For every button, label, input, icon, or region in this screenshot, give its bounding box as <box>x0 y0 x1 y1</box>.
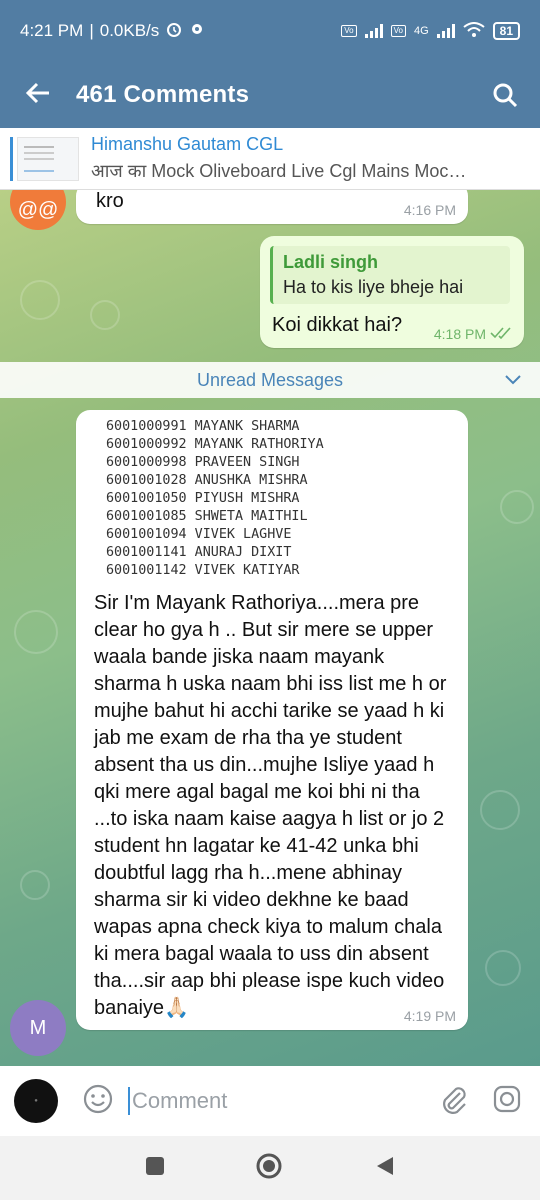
chat-area[interactable]: @@ kro 4:16 PM Ladli singh Ha to kis liy… <box>0 190 540 1066</box>
pinned-accent-bar <box>10 136 13 181</box>
avatar[interactable]: @@ <box>10 190 66 230</box>
list-item: 6001001085 SHWETA MAITHIL <box>106 509 308 524</box>
list-item: 6001000991 MAYANK SHARMA <box>106 419 300 434</box>
avatar[interactable]: M <box>10 1000 66 1056</box>
signal-icon <box>364 24 383 38</box>
user-avatar[interactable]: ● <box>14 1079 58 1123</box>
list-item: 6001000992 MAYANK RATHORIYA <box>106 437 324 452</box>
signal-icon-2 <box>436 24 455 38</box>
settings-gear-icon <box>189 21 205 42</box>
reply-author: Ladli singh <box>283 252 379 272</box>
pinned-author: Himanshu Gautam CGL <box>91 134 284 154</box>
read-checkmarks-icon <box>490 326 512 342</box>
wifi-icon <box>463 21 485 41</box>
list-item: 6001001028 ANUSHKA MISHRA <box>106 473 308 488</box>
back-triangle-icon[interactable] <box>373 1155 395 1182</box>
message-time: 4:18 PM <box>433 326 486 342</box>
home-circle-icon[interactable] <box>255 1152 283 1185</box>
list-item: 6001001094 VIVEK LAGHVE <box>106 527 292 542</box>
alarm-icon <box>165 20 183 43</box>
system-nav-bar <box>0 1136 540 1200</box>
reply-quote[interactable]: Ladli singh Ha to kis liye bheje hai <box>270 246 510 304</box>
message-text: Koi dikkat hai? <box>272 314 403 336</box>
image-name-list[interactable]: 6001000991 MAYANK SHARMA 6001000992 MAYAN… <box>106 418 324 580</box>
message-bubble[interactable]: 6001000991 MAYANK SHARMA 6001000992 MAYAN… <box>76 410 468 1030</box>
chevron-down-icon[interactable] <box>504 370 522 391</box>
message-time: 4:19 PM <box>403 1008 456 1024</box>
status-speed: 0.0KB/s <box>99 21 160 40</box>
message-time: 4:16 PM <box>403 202 456 218</box>
status-time: 4:21 PM <box>20 21 84 40</box>
volte-badge-2: Vo <box>390 25 406 37</box>
status-bar: 4:21 PM | 0.0KB/s Vo Vo 4G 81 <box>0 0 540 62</box>
battery-indicator: 81 <box>492 22 520 40</box>
outgoing-message-bubble[interactable]: Ladli singh Ha to kis liye bheje hai Koi… <box>260 236 524 348</box>
network-type: 4G <box>413 25 429 37</box>
reply-text: Ha to kis liye bheje hai <box>283 277 464 297</box>
back-arrow-icon[interactable] <box>0 78 76 112</box>
list-item: 6001001050 PIYUSH MISHRA <box>106 491 300 506</box>
recents-square-icon[interactable] <box>145 1156 165 1181</box>
page-title: 461 Comments <box>76 81 250 108</box>
volte-badge: Vo <box>341 25 357 37</box>
list-item: 6001001141 ANURAJ DIXIT <box>106 545 292 560</box>
message-text: Sir I'm Mayank Rathoriya....mera pre cle… <box>94 592 447 1019</box>
comment-input[interactable]: Comment <box>128 1087 438 1115</box>
message-text: kro <box>96 190 124 212</box>
message-bubble[interactable]: kro 4:16 PM <box>76 190 468 224</box>
emoji-icon[interactable] <box>82 1083 114 1120</box>
comment-composer: ● Comment <box>0 1066 540 1136</box>
list-item: 6001000998 PRAVEEN SINGH <box>106 455 300 470</box>
attach-icon[interactable] <box>438 1083 468 1120</box>
unread-divider: Unread Messages <box>0 362 540 398</box>
search-icon[interactable] <box>470 82 540 108</box>
pinned-preview: आज का Mock Oliveboard Live Cgl Mains Moc… <box>91 161 467 181</box>
unread-label: Unread Messages <box>196 369 344 390</box>
pinned-thumbnail <box>17 136 79 181</box>
app-bar: 461 Comments <box>0 62 540 128</box>
camera-icon[interactable] <box>492 1084 522 1119</box>
list-item: 6001001142 VIVEK KATIYAR <box>106 563 300 578</box>
pinned-post[interactable]: Himanshu Gautam CGL आज का Mock Oliveboar… <box>0 128 540 190</box>
